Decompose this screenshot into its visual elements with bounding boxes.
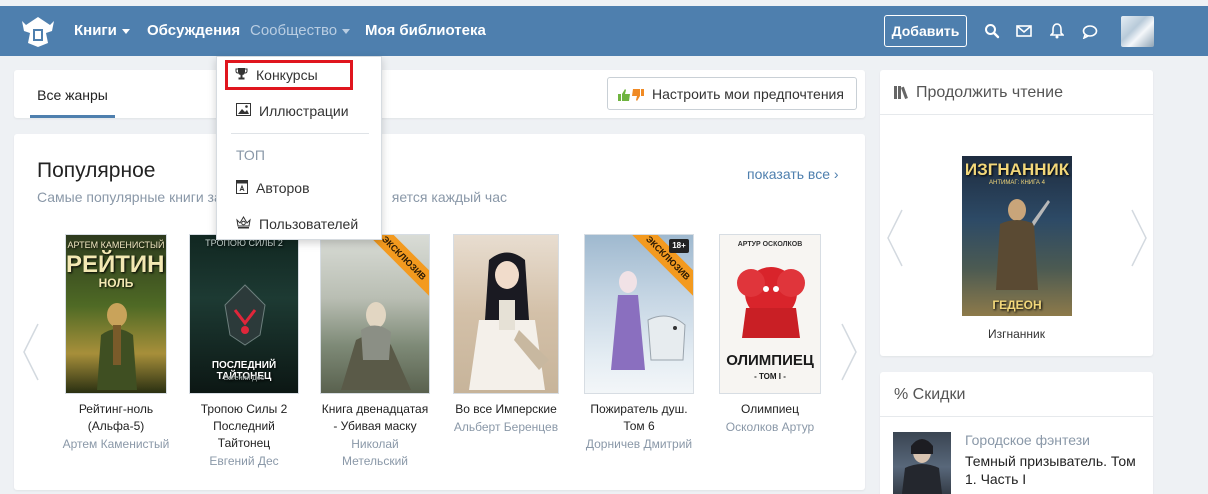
book-author[interactable]: Артем Каменистый bbox=[60, 436, 172, 453]
popular-section: Популярное Самые популярные книги за яетс… bbox=[14, 134, 865, 490]
book-title[interactable]: Пожиратель душ. Том 6 bbox=[583, 401, 695, 435]
book-cover[interactable]: ТРОПОЮ СИЛЫ 2 ПОСЛЕДНИЙ ТАЙТОНЕЦ Евгений… bbox=[189, 234, 299, 394]
nav-community[interactable]: Сообщество bbox=[250, 22, 351, 39]
preferences-label: Настроить мои предпочтения bbox=[652, 85, 844, 102]
preferences-button[interactable]: Настроить мои предпочтения bbox=[607, 77, 857, 110]
show-all-link[interactable]: показать все › bbox=[747, 166, 839, 182]
book-author[interactable]: Николай Метельский bbox=[319, 436, 431, 470]
book-card[interactable]: АРТЕМ КАМЕНИСТЫЙ РЕЙТИНГ НОЛЬ Рейтинг-но… bbox=[60, 234, 172, 453]
top-navbar: Книги Обсуждения Сообщество Моя библиоте… bbox=[0, 6, 1208, 56]
menu-item-top-authors[interactable]: Авторов bbox=[217, 175, 381, 201]
book-card[interactable]: ЭКСКЛЮЗИВ 18+ Пожиратель душ. Том 6 Дорн… bbox=[583, 234, 695, 453]
trophy-icon bbox=[235, 67, 248, 83]
continue-reading-widget: Продолжить чтение ИЗГНАННИК АНТИМАГ: КНИ… bbox=[880, 70, 1153, 356]
book-title[interactable]: Во все Имперские bbox=[450, 401, 562, 418]
thumbs-up-icon bbox=[618, 88, 630, 101]
carousel-next-button[interactable] bbox=[838, 322, 860, 382]
search-icon[interactable] bbox=[982, 21, 1002, 41]
chevron-down-icon bbox=[342, 28, 351, 34]
carousel-prev-button[interactable] bbox=[20, 322, 42, 382]
library-icon bbox=[894, 85, 912, 104]
book-card[interactable]: ЭКСКЛЮЗИВ Книга двенадцатая - Убивая мас… bbox=[319, 234, 431, 470]
book-cover[interactable]: ЭКСКЛЮЗИВ 18+ bbox=[584, 234, 694, 394]
book-cover[interactable]: АРТУР ОСКОЛКОВ ОЛИМПИЕЦ - ТОМ I - bbox=[719, 234, 821, 394]
discounts-title: % Скидки bbox=[894, 386, 966, 403]
menu-item-top-users[interactable]: Пользователей bbox=[217, 211, 381, 237]
book-cover[interactable]: АРТЕМ КАМЕНИСТЫЙ РЕЙТИНГ НОЛЬ bbox=[65, 234, 167, 394]
menu-item-illustrations[interactable]: Иллюстрации bbox=[217, 98, 381, 124]
community-dropdown-menu: Конкурсы Иллюстрации ТОП Авторов Пользов… bbox=[216, 56, 382, 240]
book-title[interactable]: Олимпиец bbox=[714, 401, 826, 418]
book-card[interactable]: АРТУР ОСКОЛКОВ ОЛИМПИЕЦ - ТОМ I - Олимпи… bbox=[714, 234, 826, 436]
book-author[interactable]: Дорничев Дмитрий bbox=[583, 436, 695, 453]
discounts-widget: % Скидки Городское фэнтези Темный призыв… bbox=[880, 372, 1153, 494]
image-icon bbox=[236, 103, 251, 119]
discount-genre-link[interactable]: Городское фэнтези bbox=[965, 432, 1090, 448]
mail-icon[interactable] bbox=[1014, 21, 1034, 41]
tab-all-genres[interactable]: Все жанры bbox=[30, 84, 115, 118]
book-author[interactable]: Евгений Дес bbox=[188, 453, 300, 470]
book-cover[interactable] bbox=[453, 234, 559, 394]
book-cover[interactable]: ЭКСКЛЮЗИВ bbox=[320, 234, 430, 394]
book-card[interactable]: Во все Имперские Альберт Беренцев bbox=[450, 234, 562, 436]
nav-discussions[interactable]: Обсуждения bbox=[147, 22, 240, 39]
avatar[interactable] bbox=[1121, 16, 1154, 47]
book-title[interactable]: Рейтинг-ноль (Альфа-5) bbox=[60, 401, 172, 435]
add-button[interactable]: Добавить bbox=[884, 15, 967, 47]
menu-item-contests[interactable]: Конкурсы bbox=[225, 60, 353, 90]
chevron-down-icon bbox=[121, 28, 130, 34]
book-card[interactable]: ТРОПОЮ СИЛЫ 2 ПОСЛЕДНИЙ ТАЙТОНЕЦ Евгений… bbox=[188, 234, 300, 470]
book-author[interactable]: Осколков Артур bbox=[714, 419, 826, 436]
logo-icon[interactable] bbox=[18, 13, 58, 49]
age-badge: 18+ bbox=[669, 239, 689, 253]
genre-bar: Все жанры Настроить мои предпочтения bbox=[14, 70, 865, 118]
nav-my-library[interactable]: Моя библиотека bbox=[365, 22, 486, 39]
section-title: Популярное bbox=[37, 159, 156, 182]
nav-books[interactable]: Книги bbox=[74, 22, 130, 39]
crown-icon bbox=[236, 216, 251, 232]
continue-prev-button[interactable] bbox=[884, 208, 906, 268]
book-author[interactable]: Альберт Беренцев bbox=[450, 419, 562, 436]
menu-divider bbox=[231, 133, 369, 134]
continue-next-button[interactable] bbox=[1128, 208, 1150, 268]
discount-book-cover[interactable] bbox=[893, 432, 951, 494]
continue-book-title[interactable]: Изгнанник bbox=[880, 327, 1153, 341]
continue-book-cover[interactable]: ИЗГНАННИК АНТИМАГ: КНИГА 4 ГЕДЕОН bbox=[962, 156, 1072, 316]
chevron-right-icon: › bbox=[833, 166, 839, 182]
book-title[interactable]: Книга двенадцатая - Убивая маску bbox=[319, 401, 431, 435]
chat-icon[interactable] bbox=[1080, 21, 1100, 41]
book-title[interactable]: Тропою Силы 2 Последний Тайтонец bbox=[188, 401, 300, 452]
continue-reading-title: Продолжить чтение bbox=[894, 84, 1063, 104]
discount-book-title[interactable]: Темный призыватель. Том 1. Часть I bbox=[965, 452, 1145, 488]
menu-section-heading: ТОП bbox=[236, 147, 265, 163]
bell-icon[interactable] bbox=[1047, 21, 1067, 41]
thumbs-down-icon bbox=[632, 88, 644, 101]
author-book-icon bbox=[236, 179, 248, 197]
